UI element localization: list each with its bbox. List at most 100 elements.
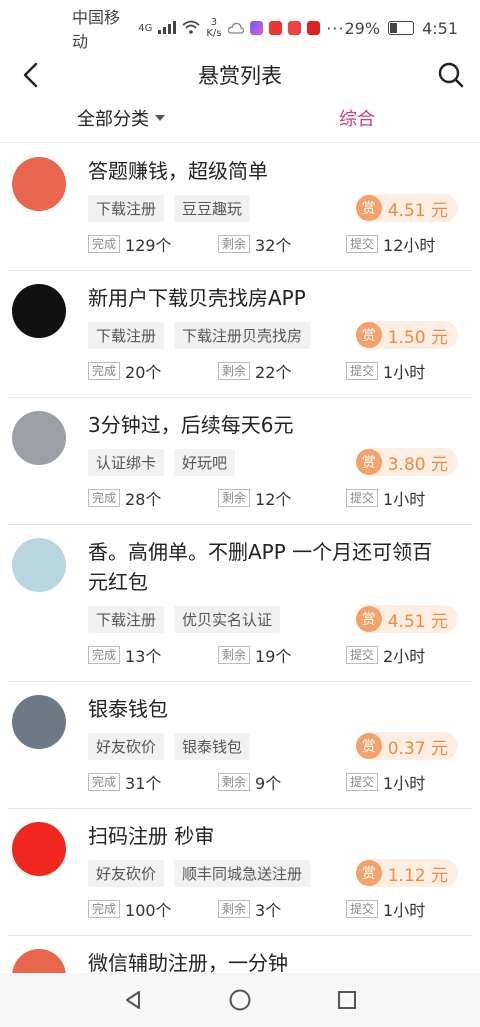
submit-time: 1小时 [383, 490, 426, 509]
stat-submit: 提交 1小时 [346, 897, 425, 921]
task-tag: 优贝实名认证 [174, 605, 281, 633]
remain-label: 剩余 [218, 900, 251, 918]
tag-row: 好友砍价 顺丰同城急送注册 赏 1.12 元 [88, 859, 458, 887]
avatar [12, 695, 66, 749]
category-dropdown[interactable]: 全部分类 [77, 105, 165, 131]
reward-amount: 0.37 元 [387, 738, 448, 759]
nav-home-button[interactable] [220, 980, 260, 1020]
tag-row: 下载注册 优贝实名认证 赏 4.51 元 [88, 605, 458, 633]
stat-submit: 提交 2小时 [346, 643, 425, 667]
task-tag: 下载注册 [88, 321, 165, 349]
system-nav-bar [0, 973, 480, 1027]
stat-done: 完成 31个 [88, 770, 218, 794]
stat-done: 完成 20个 [88, 359, 218, 383]
done-label: 完成 [88, 489, 121, 507]
remain-label: 剩余 [218, 362, 251, 380]
submit-label: 提交 [346, 900, 379, 918]
list-item[interactable]: 答题赚钱，超级简单 下载注册 豆豆趣玩 赏 4.51 元 完成 129个 剩余 32个… [8, 144, 472, 271]
done-label: 完成 [88, 646, 121, 664]
done-label: 完成 [88, 235, 121, 253]
reward-icon: 赏 [355, 860, 382, 886]
done-label: 完成 [88, 773, 121, 791]
remain-label: 剩余 [218, 489, 251, 507]
reward-icon: 赏 [355, 322, 382, 348]
back-button[interactable] [16, 60, 46, 90]
avatar [12, 411, 66, 465]
network-type: 4G [138, 22, 153, 34]
list-item[interactable]: 新用户下载贝壳找房APP 下载注册 下载注册贝壳找房 赏 1.50 元 完成 20个… [8, 271, 472, 398]
chevron-left-icon [23, 62, 38, 88]
stat-remain: 剩余 12个 [218, 486, 346, 510]
remain-label: 剩余 [218, 235, 251, 253]
task-tag: 银泰钱包 [174, 732, 251, 760]
done-count: 13个 [125, 647, 162, 666]
done-count: 20个 [125, 363, 162, 382]
remain-count: 19个 [255, 647, 292, 666]
task-title: 微信辅助注册，一分钟 [88, 951, 288, 973]
remain-count: 32个 [255, 236, 292, 255]
page-header: 悬赏列表 [0, 56, 480, 94]
submit-label: 提交 [346, 773, 379, 791]
reward-badge: 赏 3.80 元 [355, 448, 458, 476]
reward-icon: 赏 [355, 606, 382, 632]
done-count: 28个 [125, 490, 162, 509]
submit-time: 1小时 [383, 774, 426, 793]
stat-done: 完成 100个 [88, 897, 218, 921]
done-count: 100个 [125, 901, 172, 920]
stat-remain: 剩余 3个 [218, 897, 346, 921]
status-bar: 中国移动 4G 3 K/s ··· 29% 4:51 [0, 0, 480, 56]
task-stats: 完成 129个 剩余 32个 提交 12小时 [88, 232, 458, 256]
avatar [12, 949, 66, 973]
task-stats: 完成 28个 剩余 12个 提交 1小时 [88, 486, 458, 510]
task-stats: 完成 20个 剩余 22个 提交 1小时 [88, 359, 458, 383]
nav-recents-button[interactable] [327, 980, 367, 1020]
avatar [12, 284, 66, 338]
remain-count: 22个 [255, 363, 292, 382]
task-tag: 豆豆趣玩 [174, 194, 251, 222]
done-label: 完成 [88, 362, 121, 380]
list-item[interactable]: 3分钟过，后续每天6元 认证绑卡 好玩吧 赏 3.80 元 完成 28个 剩余 12个… [8, 398, 472, 525]
reward-amount: 4.51 元 [387, 611, 448, 632]
search-button[interactable] [436, 60, 466, 90]
stat-submit: 提交 1小时 [346, 359, 425, 383]
remain-label: 剩余 [218, 646, 251, 664]
list-item[interactable]: 香。高佣单。不删APP 一个月还可领百元红包 下载注册 优贝实名认证 赏 4.51… [8, 525, 472, 682]
stat-done: 完成 13个 [88, 643, 218, 667]
search-icon [438, 62, 464, 88]
task-title: 香。高佣单。不删APP 一个月还可领百元红包 [88, 540, 433, 594]
more-notifications-icon: ··· [326, 18, 345, 38]
sort-option[interactable]: 综合 [339, 105, 375, 131]
list-item[interactable]: 扫码注册 秒审 好友砍价 顺丰同城急送注册 赏 1.12 元 完成 100个 剩余 3… [8, 809, 472, 936]
list-item[interactable]: 银泰钱包 好友砍价 银泰钱包 赏 0.37 元 完成 31个 剩余 9个 提交 1小时 [8, 682, 472, 809]
task-tag: 好玩吧 [174, 448, 236, 476]
stat-remain: 剩余 19个 [218, 643, 346, 667]
app-notification-icon [307, 21, 321, 35]
reward-badge: 赏 4.51 元 [355, 194, 458, 222]
tag-row: 认证绑卡 好玩吧 赏 3.80 元 [88, 448, 458, 476]
task-tag: 认证绑卡 [88, 448, 165, 476]
list-item[interactable]: 微信辅助注册，一分钟 [8, 936, 472, 973]
carrier-name: 中国移动 [72, 8, 121, 51]
task-tag: 好友砍价 [88, 732, 165, 760]
network-speed: 3 K/s [206, 17, 221, 39]
reward-amount: 1.50 元 [387, 327, 448, 348]
stat-remain: 剩余 32个 [218, 232, 346, 256]
done-count: 31个 [125, 774, 162, 793]
battery-percent: 29% [344, 18, 381, 38]
task-title: 3分钟过，后续每天6元 [88, 413, 294, 437]
remain-count: 3个 [255, 901, 282, 920]
submit-time: 1小时 [383, 363, 426, 382]
reward-badge: 赏 4.51 元 [355, 605, 458, 633]
avatar [12, 157, 66, 211]
submit-label: 提交 [346, 646, 379, 664]
task-tag: 顺丰同城急送注册 [174, 859, 311, 887]
nav-back-button[interactable] [113, 980, 153, 1020]
battery-icon [388, 21, 415, 35]
reward-icon: 赏 [355, 733, 382, 759]
tag-row: 好友砍价 银泰钱包 赏 0.37 元 [88, 732, 458, 760]
wifi-icon [182, 19, 200, 38]
reward-badge: 赏 0.37 元 [355, 732, 458, 760]
stat-submit: 提交 1小时 [346, 486, 425, 510]
filter-bar: 全部分类 综合 [0, 94, 480, 143]
clock: 4:51 [422, 18, 458, 38]
